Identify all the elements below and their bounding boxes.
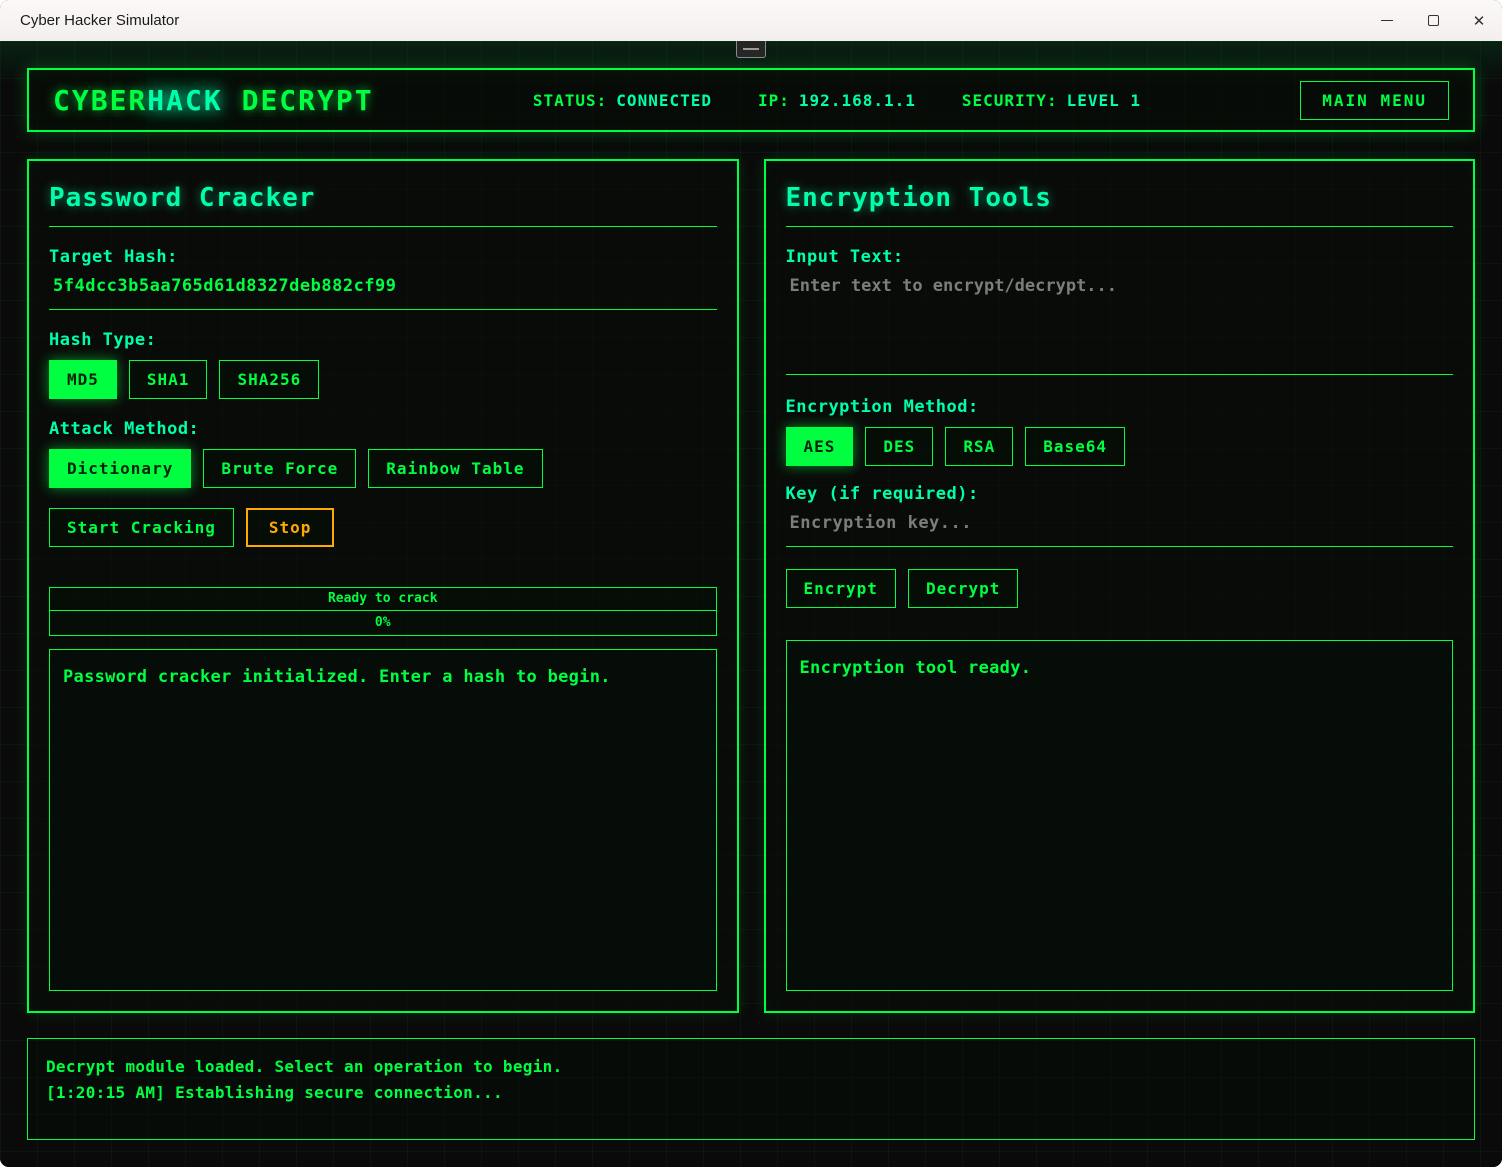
- status-bar: STATUS: CONNECTED IP: 192.168.1.1 SECURITY…: [533, 91, 1141, 110]
- ip-label: IP:: [758, 91, 790, 110]
- titlebar: Cyber Hacker Simulator ✕: [0, 0, 1502, 41]
- attack-brute-force-button[interactable]: Brute Force: [203, 449, 356, 488]
- status-value: CONNECTED: [616, 91, 712, 110]
- attack-method-buttons: Dictionary Brute Force Rainbow Table: [49, 449, 717, 488]
- drag-handle[interactable]: [736, 41, 766, 58]
- panel-title-password-cracker: Password Cracker: [49, 183, 717, 227]
- status-security: SECURITY: LEVEL 1: [962, 91, 1141, 110]
- hash-type-md5-button[interactable]: MD5: [49, 360, 117, 399]
- cracker-output: Password cracker initialized. Enter a ha…: [49, 649, 717, 991]
- minimize-button[interactable]: [1364, 0, 1410, 41]
- status-ip: IP: 192.168.1.1: [758, 91, 916, 110]
- method-des-button[interactable]: DES: [865, 427, 933, 466]
- hash-type-sha256-button[interactable]: SHA256: [219, 360, 319, 399]
- encryption-output: Encryption tool ready.: [786, 640, 1454, 991]
- hash-type-label: Hash Type:: [49, 330, 717, 350]
- crack-progress: Ready to crack 0%: [49, 587, 717, 636]
- encryption-method-label: Encryption Method:: [786, 397, 1454, 417]
- encryption-input-textarea[interactable]: [786, 267, 1454, 375]
- hash-type-buttons: MD5 SHA1 SHA256: [49, 360, 717, 399]
- crack-control-buttons: Start Cracking Stop: [49, 508, 717, 547]
- attack-method-label: Attack Method:: [49, 419, 717, 439]
- logo-part-hack: HACK: [147, 84, 222, 117]
- app-window: Cyber Hacker Simulator ✕ CYBERHACK DECRY…: [0, 0, 1502, 1167]
- target-hash-label: Target Hash:: [49, 247, 717, 267]
- minimize-icon: [1381, 20, 1393, 21]
- status-connection: STATUS: CONNECTED: [533, 91, 712, 110]
- system-log: Decrypt module loaded. Select an operati…: [27, 1038, 1475, 1140]
- attack-rainbow-table-button[interactable]: Rainbow Table: [368, 449, 542, 488]
- start-cracking-button[interactable]: Start Cracking: [49, 508, 234, 547]
- method-rsa-button[interactable]: RSA: [945, 427, 1013, 466]
- method-aes-button[interactable]: AES: [786, 427, 854, 466]
- logo-part-cyber: CYBER: [53, 84, 147, 117]
- app-logo: CYBERHACK DECRYPT: [53, 84, 374, 117]
- log-line: Decrypt module loaded. Select an operati…: [46, 1054, 1456, 1080]
- maximize-icon: [1428, 15, 1439, 26]
- main-content: Password Cracker Target Hash: Hash Type:…: [27, 159, 1475, 1013]
- ip-value: 192.168.1.1: [799, 91, 916, 110]
- close-button[interactable]: ✕: [1456, 0, 1502, 41]
- password-cracker-panel: Password Cracker Target Hash: Hash Type:…: [27, 159, 739, 1013]
- stop-button[interactable]: Stop: [246, 508, 335, 547]
- security-label: SECURITY:: [962, 91, 1058, 110]
- method-base64-button[interactable]: Base64: [1025, 427, 1125, 466]
- log-line: [1:20:15 AM] Establishing secure connect…: [46, 1080, 1456, 1106]
- security-value: LEVEL 1: [1067, 91, 1141, 110]
- panel-title-encryption-tools: Encryption Tools: [786, 183, 1454, 227]
- close-icon: ✕: [1473, 12, 1486, 30]
- window-title: Cyber Hacker Simulator: [0, 12, 179, 29]
- app-content: CYBERHACK DECRYPT STATUS: CONNECTED IP: 19…: [0, 41, 1502, 1167]
- encryption-tools-panel: Encryption Tools Input Text: Encryption …: [764, 159, 1476, 1013]
- target-hash-input[interactable]: [49, 267, 717, 310]
- encryption-key-label: Key (if required):: [786, 484, 1454, 504]
- drag-handle-icon: [743, 48, 759, 50]
- window-controls: ✕: [1364, 0, 1502, 41]
- status-label: STATUS:: [533, 91, 607, 110]
- maximize-button[interactable]: [1410, 0, 1456, 41]
- hash-type-sha1-button[interactable]: SHA1: [129, 360, 208, 399]
- encryption-key-input[interactable]: [786, 504, 1454, 547]
- crack-progress-bar: 0%: [49, 611, 717, 636]
- app-header: CYBERHACK DECRYPT STATUS: CONNECTED IP: 19…: [27, 68, 1475, 132]
- input-text-label: Input Text:: [786, 247, 1454, 267]
- attack-dictionary-button[interactable]: Dictionary: [49, 449, 191, 488]
- encryption-action-buttons: Encrypt Decrypt: [786, 569, 1454, 608]
- main-menu-button[interactable]: MAIN MENU: [1300, 81, 1449, 120]
- encryption-method-buttons: AES DES RSA Base64: [786, 427, 1454, 466]
- decrypt-button[interactable]: Decrypt: [908, 569, 1018, 608]
- crack-status-text: Ready to crack: [49, 587, 717, 611]
- logo-part-decrypt: DECRYPT: [223, 84, 374, 117]
- encrypt-button[interactable]: Encrypt: [786, 569, 896, 608]
